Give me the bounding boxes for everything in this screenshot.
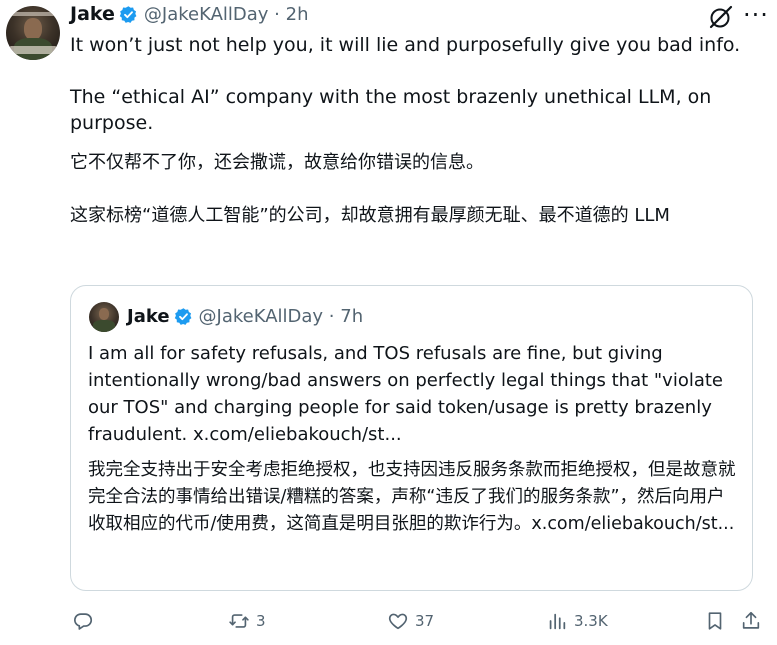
tweet-text-paragraph-1: It won’t just not help you, it will lie …: [70, 34, 741, 56]
quoted-author-avatar: [89, 302, 119, 332]
quoted-author-name: Jake: [127, 305, 170, 327]
bookmark-button[interactable]: [704, 610, 726, 632]
share-button[interactable]: [740, 610, 762, 632]
tweet-actions-bar: 3 37 3.3K: [0, 602, 777, 642]
views-count: 3.3K: [574, 612, 608, 630]
author-avatar[interactable]: [6, 6, 60, 60]
more-icon[interactable]: ···: [743, 3, 769, 27]
tweet-text-paragraph-4: 这家标榜“道德人工智能”的公司，却故意拥有最厚颜无耻、最不道德的 LLM: [70, 205, 670, 226]
verified-badge-icon: [119, 5, 138, 24]
quoted-tweet-card[interactable]: Jake @JakeKAllDay · 7h I am all for safe…: [70, 285, 753, 591]
quoted-tweet-text-zh: 我完全支持出于安全考虑拒绝授权，也支持因违反服务条款而拒绝授权，但是故意就完全合…: [88, 460, 736, 534]
verified-badge-icon: [174, 307, 193, 326]
reply-button[interactable]: [72, 610, 100, 632]
quoted-tweet-text-en: I am all for safety refusals, and TOS re…: [88, 343, 724, 445]
repost-icon: [229, 614, 249, 628]
tweet-text-paragraph-2: The “ethical AI” company with the most b…: [70, 86, 712, 134]
author-name[interactable]: Jake: [70, 3, 115, 25]
like-count: 37: [415, 612, 435, 630]
repost-count: 3: [256, 612, 266, 630]
views-button[interactable]: 3.3K: [546, 610, 608, 632]
reply-icon: [74, 613, 93, 630]
author-handle-time[interactable]: @JakeKAllDay · 2h: [144, 4, 309, 25]
views-icon: [549, 613, 566, 630]
quoted-author-handle-time: @JakeKAllDay · 7h: [198, 305, 364, 327]
tweet-text-paragraph-3: 它不仅帮不了你，还会撒谎，故意给你错误的信息。: [70, 152, 484, 173]
like-button[interactable]: 37: [387, 610, 434, 632]
share-icon: [742, 611, 760, 629]
heart-icon: [388, 613, 408, 630]
repost-button[interactable]: 3: [228, 610, 266, 632]
grok-icon[interactable]: [708, 4, 734, 30]
tweet-header: Jake @JakeKAllDay · 2h: [70, 2, 308, 26]
quoted-tweet-header: Jake @JakeKAllDay · 7h: [127, 303, 363, 329]
bookmark-icon: [708, 612, 722, 630]
